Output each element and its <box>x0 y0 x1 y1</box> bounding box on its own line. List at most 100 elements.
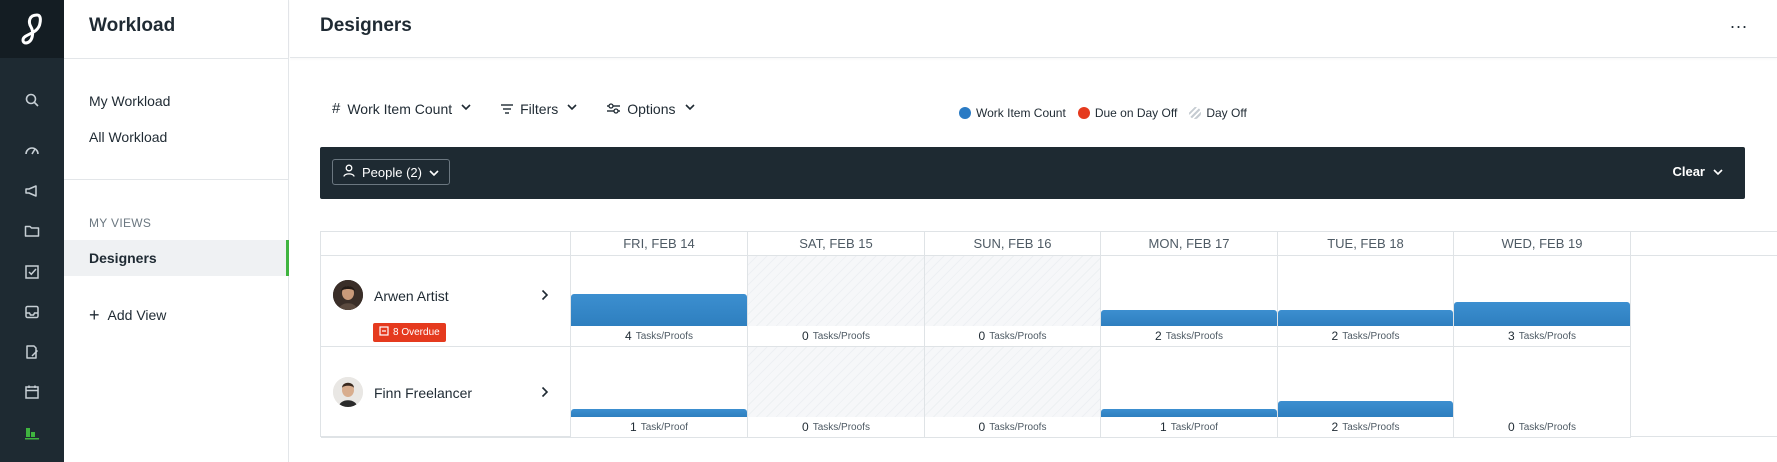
more-options-icon[interactable]: ... <box>1730 12 1748 33</box>
add-view-button[interactable]: + Add View <box>89 306 167 324</box>
task-count: 2 <box>1331 329 1339 343</box>
task-count: 1 <box>1160 420 1167 434</box>
proof-icon[interactable] <box>0 338 64 366</box>
task-unit: Tasks/Proofs <box>1342 330 1400 342</box>
person-icon <box>343 164 355 180</box>
cell-caption: 3 Tasks/Proofs <box>1454 326 1630 346</box>
cell-caption: 1 Task/Proof <box>571 417 747 437</box>
clear-label: Clear <box>1672 164 1705 179</box>
column-header: MON, FEB 17 <box>1101 232 1278 256</box>
megaphone-icon[interactable] <box>0 177 64 205</box>
workload-cell[interactable]: 0 Tasks/Proofs <box>925 256 1101 347</box>
workload-cell[interactable]: 0 Tasks/Proofs <box>925 347 1101 438</box>
blue-dot-icon <box>959 107 971 119</box>
task-unit: Task/Proof <box>640 421 688 433</box>
people-filter-label: People (2) <box>362 164 422 180</box>
avatar <box>333 280 363 310</box>
calendar-icon[interactable] <box>0 378 64 406</box>
workload-bar <box>571 294 747 326</box>
chevron-right-icon[interactable] <box>541 288 549 304</box>
chevron-down-icon <box>684 103 695 114</box>
task-count: 4 <box>625 329 632 343</box>
workload-bar <box>1101 409 1277 417</box>
column-header: SUN, FEB 16 <box>925 232 1101 256</box>
overdue-label: 8 Overdue <box>393 327 440 338</box>
cell-caption: 0 Tasks/Proofs <box>925 417 1100 437</box>
workload-cell[interactable]: 1 Task/Proof <box>571 347 748 438</box>
workload-icon[interactable] <box>0 419 64 447</box>
cell-caption: 4 Tasks/Proofs <box>571 326 747 346</box>
task-unit: Tasks/Proofs <box>1342 421 1400 433</box>
chevron-down-icon <box>461 103 471 114</box>
person-row-header[interactable]: Finn Freelancer <box>321 347 571 438</box>
folder-icon[interactable] <box>0 217 64 245</box>
task-count: 0 <box>978 420 986 434</box>
cell-caption: 0 Tasks/Proofs <box>1454 417 1630 437</box>
metric-dropdown[interactable]: # Work Item Count <box>332 100 471 117</box>
section-label-my-views: MY VIEWS <box>89 216 152 230</box>
workload-cell[interactable]: 0 Tasks/Proofs <box>1454 347 1631 438</box>
options-label: Options <box>627 100 676 117</box>
divider <box>64 58 289 59</box>
column-header: TUE, FEB 18 <box>1278 232 1454 256</box>
task-count: 2 <box>1331 420 1339 434</box>
sidebar-title: Workload <box>89 15 176 36</box>
people-filter-button[interactable]: People (2) <box>332 159 450 185</box>
divider <box>64 179 289 180</box>
task-unit: Tasks/Proofs <box>1518 421 1576 433</box>
workload-cell[interactable]: 2 Tasks/Proofs <box>1101 256 1278 347</box>
task-count: 0 <box>802 420 809 434</box>
workload-cell[interactable]: 2 Tasks/Proofs <box>1278 347 1454 438</box>
cell-caption: 2 Tasks/Proofs <box>1278 417 1453 437</box>
cell-caption: 2 Tasks/Proofs <box>1278 326 1453 346</box>
workload-cell[interactable]: 0 Tasks/Proofs <box>748 256 925 347</box>
inbox-icon[interactable] <box>0 298 64 326</box>
cell-caption: 0 Tasks/Proofs <box>748 326 924 346</box>
legend-label: Work Item Count <box>976 106 1066 120</box>
workload-cell[interactable]: 4 Tasks/Proofs <box>571 256 748 347</box>
grid-corner <box>321 232 571 256</box>
column-header: SAT, FEB 15 <box>748 232 925 256</box>
sidebar-item-designers[interactable]: Designers <box>64 240 289 276</box>
legend-item-day-off: Day Off <box>1189 106 1247 120</box>
sidebar-item-my-workload[interactable]: My Workload <box>89 93 170 109</box>
column-header: FRI, FEB 14 <box>571 232 748 256</box>
avatar <box>333 377 363 407</box>
chevron-down-icon <box>429 165 439 180</box>
workload-bar <box>1454 302 1630 326</box>
overdue-badge[interactable]: 8 Overdue <box>373 323 446 342</box>
metric-label: Work Item Count <box>347 100 453 117</box>
workload-bar <box>1278 310 1453 326</box>
person-row-header[interactable]: Arwen Artist 8 Overdue <box>321 256 571 347</box>
checkbox-icon[interactable] <box>0 258 64 286</box>
task-unit: Tasks/Proofs <box>812 330 870 342</box>
legend-item-due-on-day-off: Due on Day Off <box>1077 106 1177 120</box>
person-name: Arwen Artist <box>374 288 449 304</box>
chevron-down-icon <box>567 103 577 114</box>
logo-icon[interactable] <box>0 0 64 58</box>
task-unit: Tasks/Proofs <box>989 330 1047 342</box>
workload-cell[interactable]: 0 Tasks/Proofs <box>748 347 925 438</box>
dashboard-icon[interactable] <box>0 137 64 165</box>
task-unit: Tasks/Proofs <box>812 421 870 433</box>
task-count: 0 <box>802 329 809 343</box>
add-view-label: Add View <box>107 307 167 323</box>
task-count: 2 <box>1155 329 1162 343</box>
workload-grid: FRI, FEB 14 SAT, FEB 15 SUN, FEB 16 MON,… <box>320 231 1777 438</box>
app-rail <box>0 0 64 462</box>
task-unit: Tasks/Proofs <box>1165 330 1223 342</box>
clear-filters-button[interactable]: Clear <box>1672 164 1723 179</box>
cell-caption: 2 Tasks/Proofs <box>1101 326 1277 346</box>
workload-cell[interactable]: 3 Tasks/Proofs <box>1454 256 1631 347</box>
filter-icon <box>501 101 514 117</box>
red-dot-icon <box>1077 107 1090 119</box>
workload-bar <box>1101 310 1277 326</box>
options-dropdown[interactable]: Options <box>607 100 695 117</box>
sidebar-item-all-workload[interactable]: All Workload <box>89 129 167 145</box>
search-icon[interactable] <box>0 86 64 114</box>
workload-cell[interactable]: 1 Task/Proof <box>1101 347 1278 438</box>
workload-cell[interactable]: 2 Tasks/Proofs <box>1278 256 1454 347</box>
person-name: Finn Freelancer <box>374 385 473 401</box>
filters-dropdown[interactable]: Filters <box>501 101 577 117</box>
chevron-right-icon[interactable] <box>541 385 549 401</box>
